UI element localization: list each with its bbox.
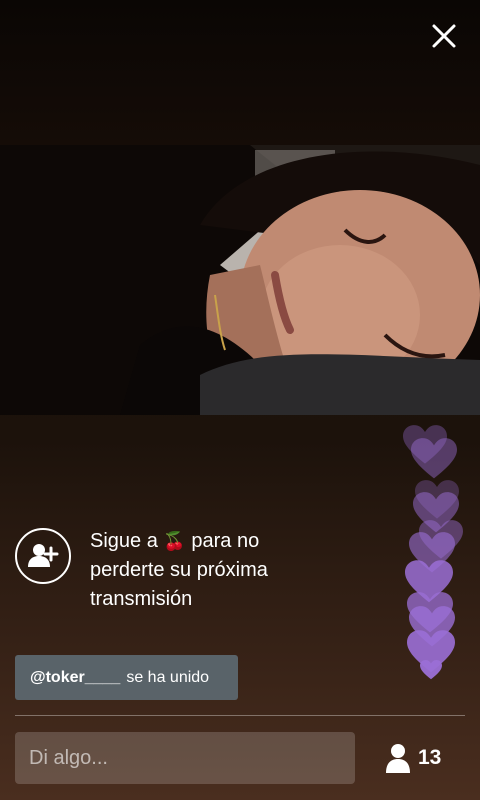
add-user-icon: [28, 544, 59, 567]
joined-notice: @toker____ se ha unido: [15, 655, 238, 700]
close-icon: [432, 24, 456, 48]
reaction-hearts: [395, 420, 475, 690]
heart-icon: [411, 438, 457, 479]
person-icon: [386, 744, 410, 773]
joined-username: @toker____: [30, 668, 121, 686]
heart-icon: [420, 660, 442, 680]
live-video: [0, 145, 480, 415]
cherry-emoji: 🍒: [163, 531, 186, 551]
follow-prompt-text: Sigue a 🍒 para no perderte su próxima tr…: [90, 527, 310, 614]
close-button[interactable]: [428, 20, 460, 52]
comment-input[interactable]: [15, 732, 355, 784]
viewer-count-number: 13: [418, 746, 442, 769]
divider: [15, 715, 465, 716]
joined-message: se ha unido: [126, 668, 210, 686]
follow-prompt: Sigue a 🍒 para no perderte su próxima tr…: [15, 527, 315, 647]
follow-prompt-before: Sigue a: [90, 530, 164, 552]
viewer-count[interactable]: 13: [386, 740, 441, 776]
follow-button[interactable]: [15, 528, 71, 584]
video-frame: [0, 145, 480, 415]
